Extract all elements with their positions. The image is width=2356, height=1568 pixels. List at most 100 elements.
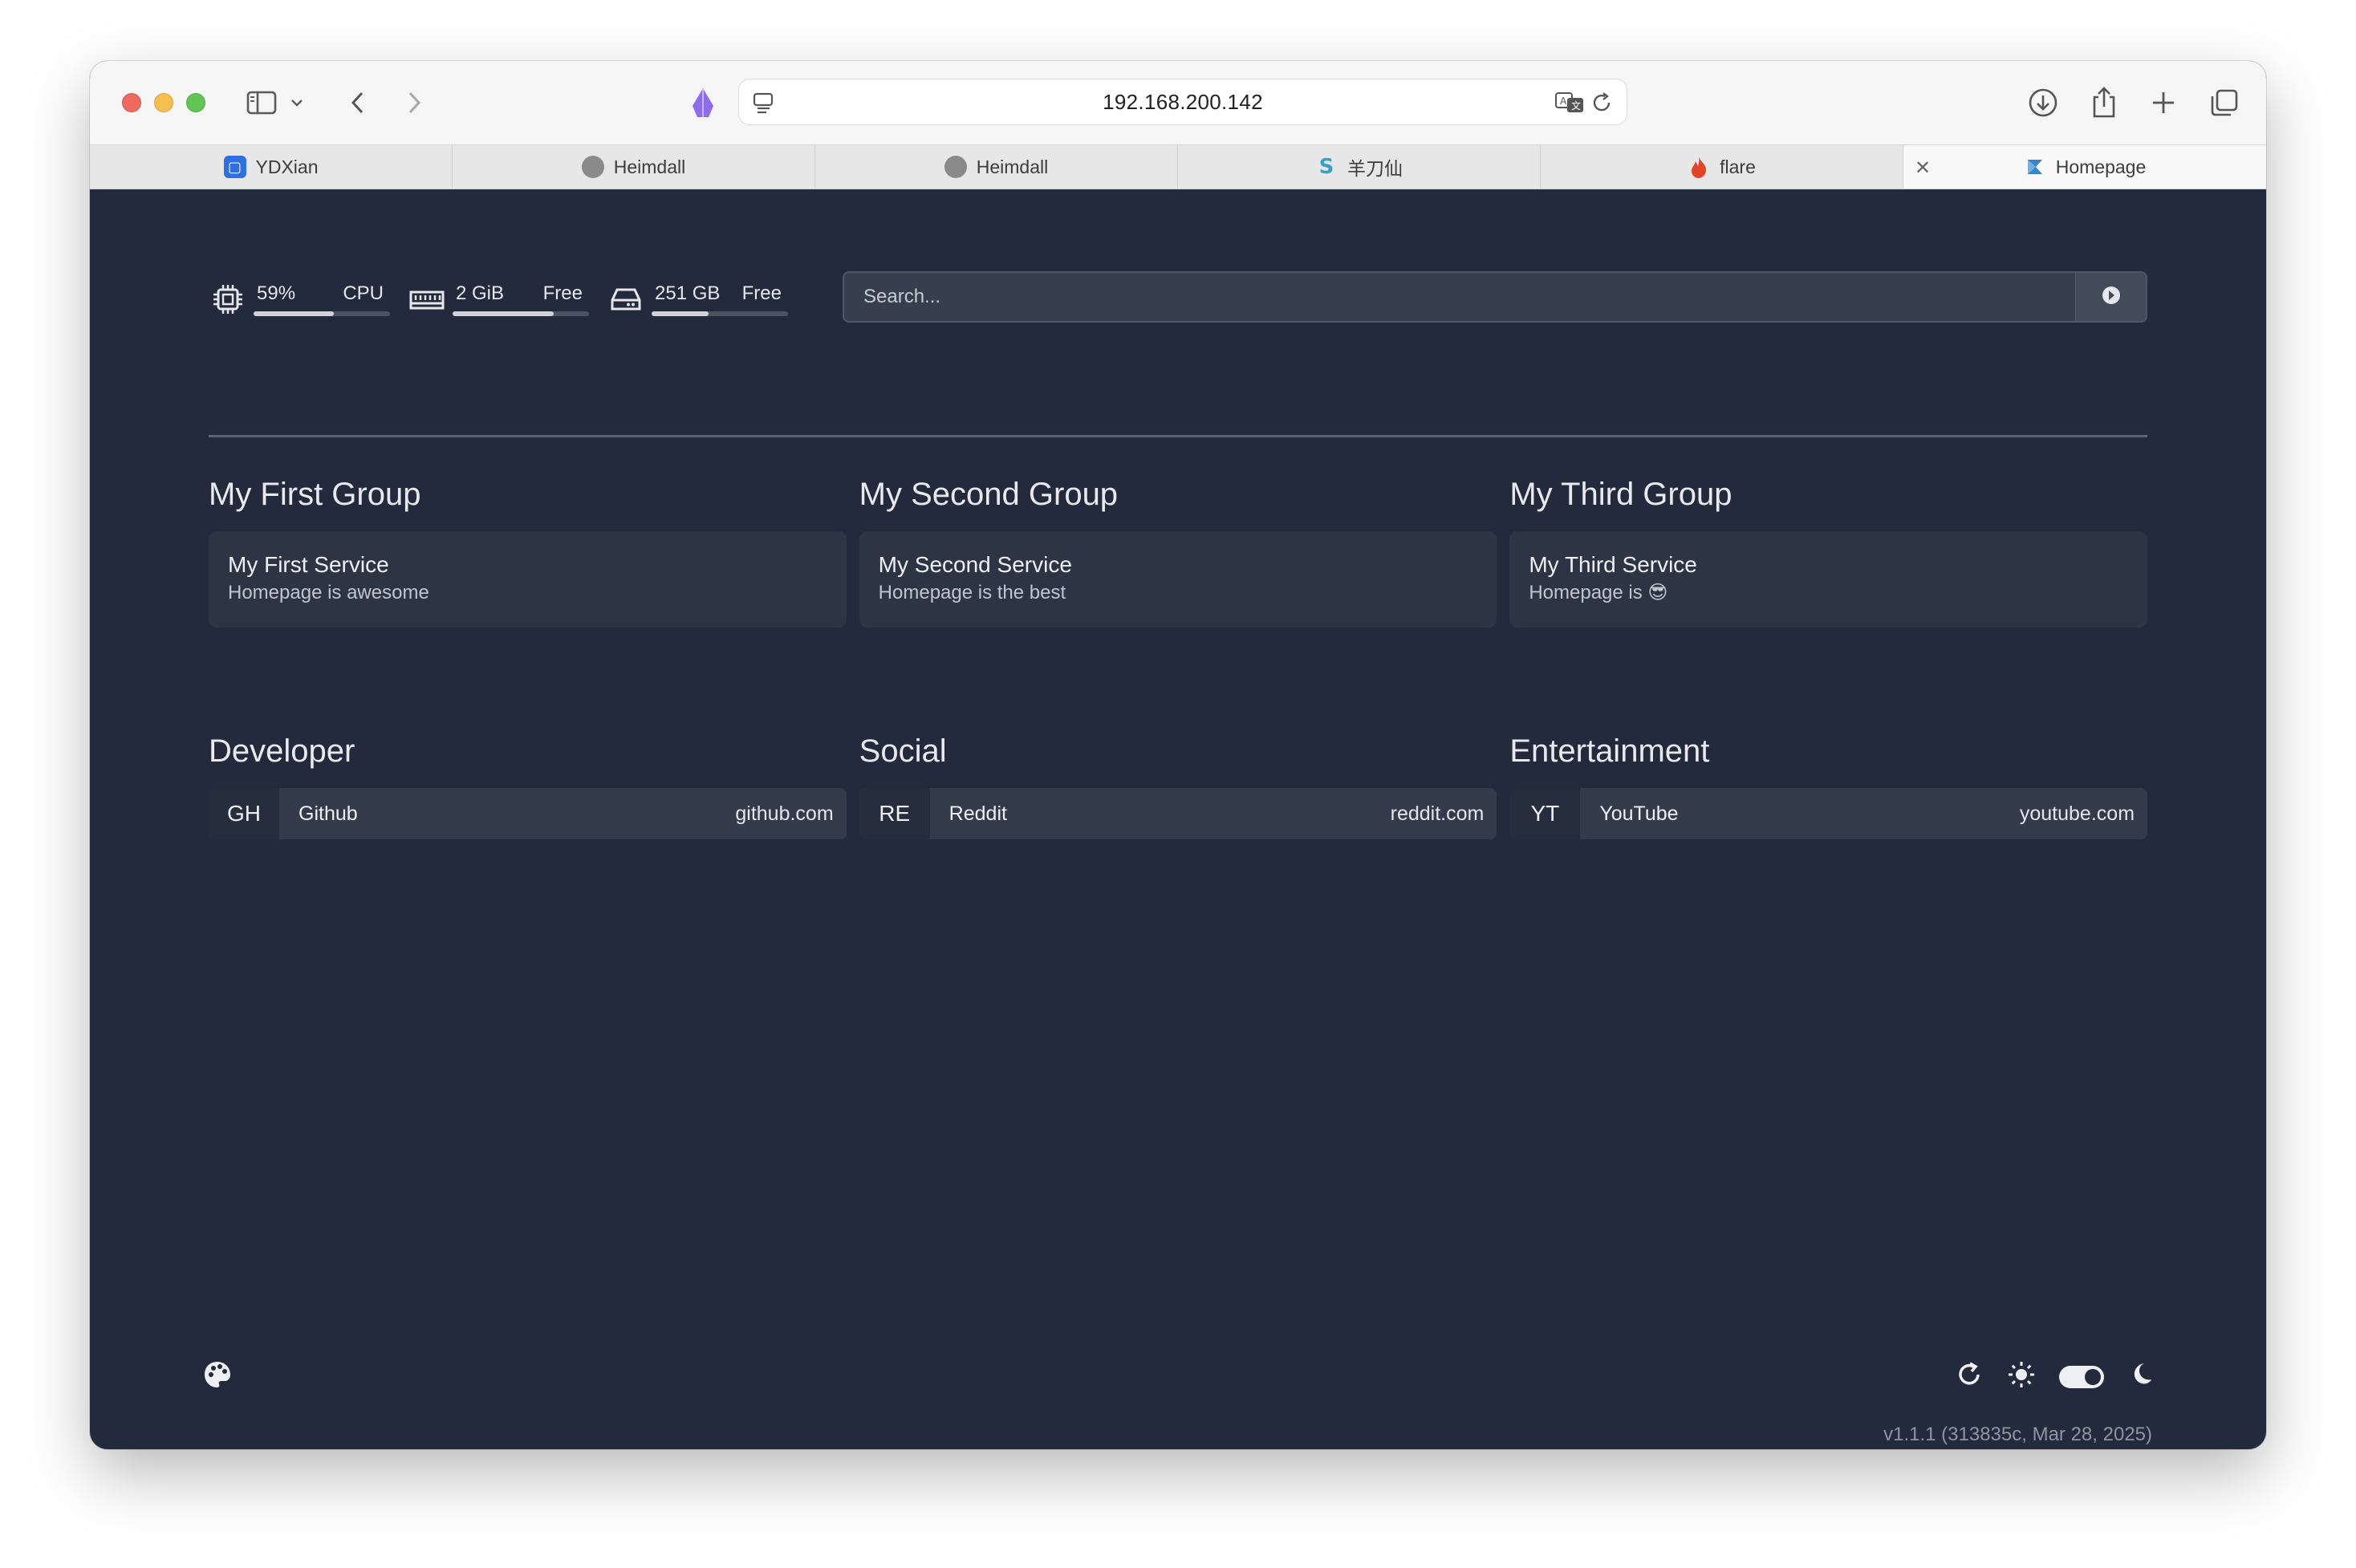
service-card[interactable]: My Second Service Homepage is the best	[859, 531, 1497, 628]
search-provider-icon	[2101, 285, 2122, 310]
forward-icon[interactable]	[400, 83, 429, 122]
bookmark-name: Reddit	[948, 802, 1007, 825]
address-bar[interactable]: 192.168.200.142 A文	[738, 79, 1627, 125]
service-description: Homepage is 😎	[1529, 582, 1668, 603]
tab-flare[interactable]: flare	[1541, 145, 1903, 189]
service-group: My Third Group My Third Service Homepage…	[1509, 472, 2148, 628]
cpu-label: CPU	[343, 282, 384, 304]
memory-icon	[408, 287, 446, 311]
memory-label: Free	[542, 282, 583, 304]
bookmark-github[interactable]: GH Github github.com	[209, 788, 847, 839]
cpu-value: 59%	[257, 282, 296, 304]
sidebar-toggle-icon[interactable]	[242, 83, 281, 122]
service-group: My First Group My First Service Homepage…	[209, 472, 847, 628]
service-groups: My First Group My First Service Homepage…	[209, 472, 2148, 628]
service-card[interactable]: My First Service Homepage is awesome	[209, 531, 847, 628]
refresh-icon[interactable]	[1955, 1360, 1984, 1393]
homepage-dashboard: 59% CPU 2 GiB Free 251 GB Free Search...…	[90, 189, 2266, 1449]
tab-label: flare	[1720, 156, 1756, 177]
new-tab-icon[interactable]	[2144, 83, 2183, 122]
tab-bar: ▢ YDXian Heimdall Heimdall S 羊刀仙 flare ✕…	[90, 144, 2266, 189]
sun-icon[interactable]	[2006, 1359, 2037, 1394]
svg-text:A: A	[1560, 95, 1567, 107]
tab-heimdall-1[interactable]: Heimdall	[453, 145, 815, 189]
tab-label: YDXian	[255, 156, 319, 177]
tab-label: 羊刀仙	[1347, 159, 1403, 180]
ydxian-favicon: ▢	[223, 156, 246, 178]
disk-icon	[607, 286, 645, 313]
s-logo-favicon: S	[1318, 155, 1334, 179]
close-window-button[interactable]	[122, 93, 141, 112]
group-title: Social	[859, 733, 947, 769]
disk-widget: 251 GB Free	[607, 276, 788, 323]
resource-widgets: 59% CPU 2 GiB Free 251 GB Free	[209, 271, 806, 327]
tab-label: Heimdall	[976, 156, 1049, 177]
downloads-icon[interactable]	[2024, 83, 2062, 122]
extension-icon[interactable]	[684, 83, 722, 122]
bookmark-url: github.com	[735, 802, 834, 825]
theme-toggle[interactable]	[2059, 1365, 2104, 1388]
moon-icon[interactable]	[2126, 1361, 2154, 1392]
service-name: My Second Service	[878, 552, 1072, 577]
service-description: Homepage is awesome	[228, 582, 429, 603]
heimdall-favicon	[581, 156, 604, 178]
bookmark-youtube[interactable]: YT YouTube youtube.com	[1509, 788, 2148, 839]
bookmark-group: Entertainment YT YouTube youtube.com	[1509, 729, 2148, 839]
tab-ydxian[interactable]: ▢ YDXian	[90, 145, 453, 189]
bookmark-url: youtube.com	[2019, 802, 2135, 825]
version-text: v1.1.1 (313835c, Mar 28, 2025)	[1883, 1424, 2152, 1445]
bookmark-reddit[interactable]: RE Reddit reddit.com	[859, 788, 1497, 839]
disk-usage-bar	[652, 311, 788, 316]
browser-window: 192.168.200.142 A文 ▢ YDXian Heimdall Hei…	[90, 61, 2266, 1449]
bookmark-url: reddit.com	[1390, 802, 1485, 825]
search-widget	[843, 271, 2147, 323]
service-name: My First Service	[228, 552, 389, 577]
window-controls	[122, 93, 205, 112]
disk-label: Free	[741, 282, 782, 304]
bookmark-groups: Developer GH Github github.com Social RE…	[209, 729, 2148, 839]
zoom-window-button[interactable]	[186, 93, 205, 112]
header-divider	[209, 435, 2147, 437]
group-title: Entertainment	[1509, 733, 1710, 769]
reader-icon[interactable]	[752, 91, 776, 119]
search-provider-button[interactable]	[2075, 273, 2146, 321]
bookmark-name: YouTube	[1599, 802, 1679, 825]
tab-overview-icon[interactable]	[2205, 83, 2244, 122]
bookmark-group: Developer GH Github github.com	[209, 729, 847, 839]
memory-value: 2 GiB	[456, 282, 505, 304]
chevron-down-icon[interactable]	[287, 83, 307, 122]
url-text[interactable]: 192.168.200.142	[1103, 90, 1263, 115]
close-tab-icon[interactable]: ✕	[1915, 156, 1931, 180]
bookmark-abbr: RE	[859, 788, 930, 839]
cpu-usage-bar	[254, 311, 390, 316]
cpu-widget: 59% CPU	[209, 276, 390, 323]
bookmark-abbr: YT	[1509, 788, 1581, 839]
group-title: My First Group	[209, 477, 421, 512]
tab-label: Homepage	[2055, 156, 2147, 177]
search-input[interactable]	[844, 273, 2075, 321]
translate-icon[interactable]: A文	[1554, 91, 1585, 119]
service-description: Homepage is the best	[878, 582, 1066, 603]
disk-value: 251 GB	[655, 282, 721, 304]
bookmark-group: Social RE Reddit reddit.com	[859, 729, 1497, 839]
heimdall-favicon	[944, 156, 967, 178]
group-title: Developer	[209, 733, 355, 769]
bookmark-name: Github	[299, 802, 358, 825]
tab-yangdaoxian[interactable]: S 羊刀仙	[1178, 145, 1541, 189]
browser-toolbar: 192.168.200.142 A文	[90, 61, 2266, 144]
tab-label: Heimdall	[613, 156, 686, 177]
flame-favicon	[1688, 156, 1710, 178]
share-icon[interactable]	[2085, 83, 2123, 122]
bookmark-abbr: GH	[209, 788, 279, 839]
tab-heimdall-2[interactable]: Heimdall	[815, 145, 1178, 189]
footer-controls	[1955, 1359, 2154, 1394]
minimize-window-button[interactable]	[154, 93, 173, 112]
tab-homepage[interactable]: ✕ Homepage	[1903, 145, 2266, 189]
memory-widget: 2 GiB Free	[408, 276, 589, 323]
svg-text:文: 文	[1571, 100, 1581, 112]
back-icon[interactable]	[343, 83, 372, 122]
cpu-icon	[209, 282, 247, 316]
service-card[interactable]: My Third Service Homepage is 😎	[1509, 531, 2148, 628]
palette-icon[interactable]	[202, 1359, 233, 1394]
reload-icon[interactable]	[1590, 91, 1614, 119]
